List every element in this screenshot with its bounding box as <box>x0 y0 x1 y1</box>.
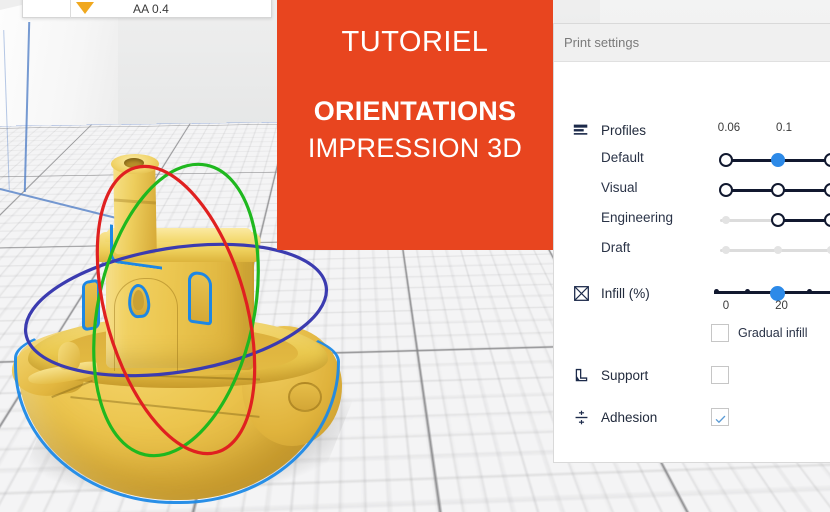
material-configuration-popup[interactable]: AA 0.4 <box>22 0 272 18</box>
gradual-infill-row[interactable]: Gradual infill <box>711 324 807 342</box>
model-selection-outline <box>14 318 340 504</box>
profiles-label: Profiles <box>601 122 647 138</box>
gradual-infill-checkbox[interactable] <box>711 324 729 342</box>
profiles-scale-tick-0: 0.06 <box>717 122 741 134</box>
adhesion-checkbox[interactable] <box>711 408 729 426</box>
infill-label: Infill (%) <box>601 285 650 301</box>
infill-grid-icon <box>571 283 591 303</box>
nozzle-size-label: AA 0.4 <box>133 2 169 16</box>
tutorial-line-tutoriel: TUTORIEL <box>341 26 489 58</box>
print-settings-panel[interactable]: Print settings Profiles 0.06 0.1 0.1 <box>553 23 830 463</box>
model-funnel-outline <box>110 224 162 270</box>
popup-divider <box>70 0 71 18</box>
infill-scale: 0 20 40 <box>709 300 830 312</box>
profile-slider-default[interactable] <box>719 151 830 169</box>
material-color-swatch <box>75 1 95 15</box>
slider-knob-1-selected[interactable] <box>771 153 785 167</box>
adhesion-checkbox-row[interactable] <box>711 408 729 426</box>
infill-tick-30[interactable] <box>807 289 812 294</box>
profile-row-engineering[interactable]: Engineering <box>601 210 673 225</box>
slider-knob-0[interactable] <box>719 183 733 197</box>
profile-slider-visual[interactable] <box>719 181 830 199</box>
infill-tick-0[interactable] <box>714 289 719 294</box>
slider-knob-2[interactable] <box>824 153 830 167</box>
profile-row-draft[interactable]: Draft <box>601 240 630 255</box>
slider-knob-2[interactable] <box>824 213 830 227</box>
slider-knob-2[interactable] <box>824 183 830 197</box>
infill-tick-10[interactable] <box>745 289 750 294</box>
adhesion-row: Adhesion <box>571 407 657 427</box>
infill-row: Infill (%) <box>571 283 650 303</box>
layers-icon <box>571 120 591 140</box>
cura-application-window: AA 0.4 TUTORIEL ORIENTATIONS IMPRESSION … <box>0 0 830 512</box>
profile-label-draft: Draft <box>601 240 631 255</box>
infill-scale-tick-0: 0 <box>722 300 730 312</box>
support-label: Support <box>601 367 649 383</box>
slider-knob-1[interactable] <box>771 183 785 197</box>
slider-knob-1-disabled <box>774 246 782 254</box>
infill-slider-handle[interactable] <box>770 285 785 301</box>
slider-knob-1[interactable] <box>771 213 785 227</box>
profiles-scale-tick-1: 0.1 <box>776 122 792 134</box>
profile-label-default: Default <box>601 150 644 165</box>
profile-row-default[interactable]: Default <box>601 150 644 165</box>
profiles-scale: 0.06 0.1 0.1 <box>709 122 830 134</box>
slider-knob-0-disabled <box>722 216 730 224</box>
profiles-row: Profiles <box>571 120 646 140</box>
profiles-scale-tick-2: 0.1 <box>819 122 830 134</box>
profile-slider-engineering[interactable] <box>720 211 830 229</box>
support-checkbox[interactable] <box>711 366 729 384</box>
support-row: Support <box>571 365 648 385</box>
tutorial-line-orientations: ORIENTATIONS <box>313 96 517 126</box>
adhesion-brim-icon <box>571 407 591 427</box>
tutorial-line-impression-3d: IMPRESSION 3D <box>307 133 523 163</box>
check-icon <box>715 412 726 423</box>
slider-knob-0[interactable] <box>719 153 733 167</box>
adhesion-label: Adhesion <box>601 409 658 425</box>
print-settings-body: Profiles 0.06 0.1 0.1 Default Visual <box>554 62 830 426</box>
support-overhang-icon <box>571 365 591 385</box>
model-window-front-inner <box>133 290 144 310</box>
profile-slider-draft <box>720 241 830 259</box>
slider-knob-0-disabled <box>722 246 730 254</box>
print-settings-title: Print settings <box>564 35 640 50</box>
profile-row-visual[interactable]: Visual <box>601 180 638 195</box>
model-funnel-hole <box>124 158 144 168</box>
profile-label-engineering: Engineering <box>601 210 674 225</box>
infill-scale-tick-40: 40 <box>820 300 830 312</box>
profile-label-visual: Visual <box>601 180 638 195</box>
infill-slider[interactable] <box>714 284 830 301</box>
print-settings-header: Print settings <box>554 24 830 62</box>
infill-scale-tick-20: 20 <box>775 300 788 312</box>
gradual-infill-label: Gradual infill <box>738 326 808 340</box>
support-checkbox-row[interactable] <box>711 366 729 384</box>
tutorial-title-overlay: TUTORIEL ORIENTATIONS IMPRESSION 3D <box>277 0 553 250</box>
